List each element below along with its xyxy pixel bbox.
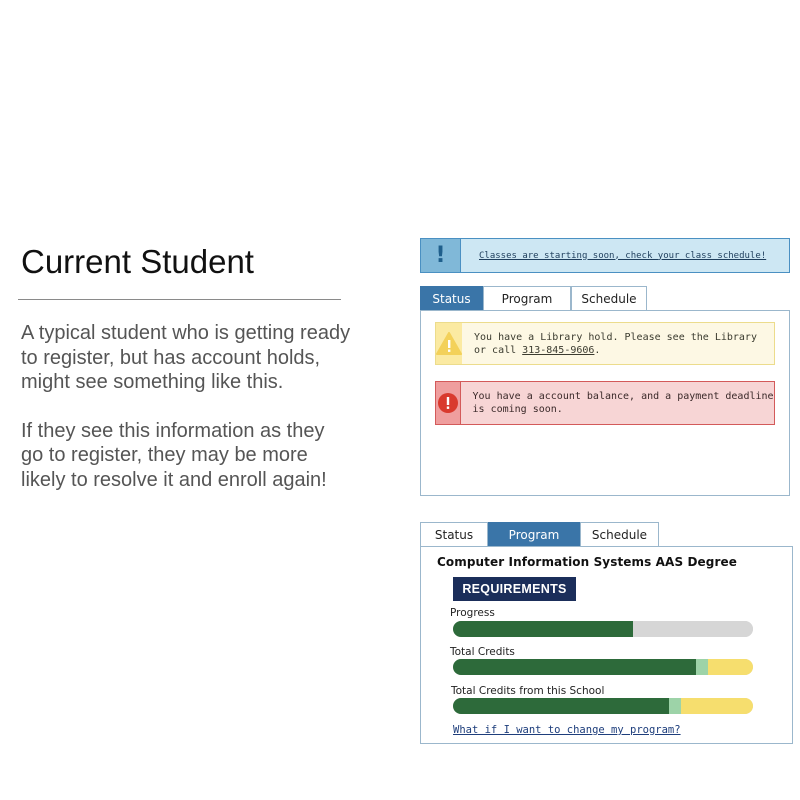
progress-bar [453,621,753,637]
progress-segment [708,659,753,675]
tab-status[interactable]: Status [420,286,483,310]
progress-label: Progress [450,607,495,619]
program-title: Computer Information Systems AAS Degree [437,555,737,569]
library-hold-text: You have a Library hold. Please see the … [462,331,774,357]
account-balance-text: You have a account balance, and a paymen… [472,391,774,415]
slide-paragraph: If they see this information as they go … [21,419,327,491]
program-view-tabs: Status Program Schedule [420,522,659,546]
library-phone-link[interactable]: 313-845-9606 [522,345,594,356]
library-hold-alert: You have a Library hold. Please see the … [435,322,775,365]
library-hold-punct: . [594,344,601,356]
progress-segment [669,698,681,714]
exclamation-icon: ! [421,239,461,272]
library-hold-message: You have a Library hold. Please see the … [474,331,757,356]
progress-segment [633,621,753,637]
total-credits-label: Total Credits [450,646,515,658]
status-view-tabs: Status Program Schedule [420,286,647,310]
progress-segment [681,698,753,714]
change-program-link[interactable]: What if I want to change my program? [453,724,681,736]
school-credits-label: Total Credits from this School [451,685,605,697]
tab-schedule[interactable]: Schedule [571,286,647,310]
program-panel [420,546,793,744]
account-balance-alert: You have a account balance, and a paymen… [435,381,775,425]
school-credits-bar [453,698,753,714]
total-credits-bar [453,659,753,675]
requirements-badge: REQUIREMENTS [453,577,576,601]
slide-paragraph: A typical student who is getting ready t… [21,322,351,393]
tab-schedule[interactable]: Schedule [580,522,659,546]
divider [18,299,341,300]
tab-program[interactable]: Program [488,522,580,546]
progress-segment [453,659,696,675]
info-banner: ! Classes are starting soon, check your … [420,238,790,273]
progress-segment [696,659,708,675]
class-schedule-link[interactable]: Classes are starting soon, check your cl… [479,251,766,261]
progress-segment [453,621,633,637]
error-icon [436,382,461,424]
warning-icon [436,323,462,364]
tab-status[interactable]: Status [420,522,488,546]
tab-program[interactable]: Program [483,286,571,310]
progress-segment [453,698,669,714]
slide-body: A typical student who is getting ready t… [21,321,351,492]
slide-title: Current Student [21,243,254,280]
